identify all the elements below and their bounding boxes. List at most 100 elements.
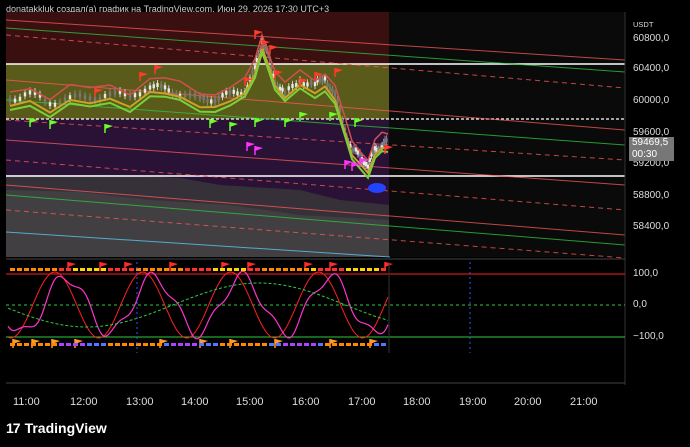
osc-strip-top [367, 268, 372, 271]
osc-strip-bottom [332, 343, 337, 346]
osc-strip-bottom [115, 343, 120, 346]
candle-body [28, 90, 32, 95]
price-tick-2: 60000,0 [633, 95, 670, 106]
osc-strip-bottom [206, 343, 211, 346]
osc-strip-top [94, 268, 99, 271]
osc-strip-top [213, 268, 218, 271]
candle-body [333, 92, 337, 97]
time-tick-1: 12:00 [70, 396, 98, 408]
future-area [389, 12, 625, 257]
osc-strip-top [38, 268, 43, 271]
osc-strip-top [227, 268, 232, 271]
candle-body [328, 86, 332, 91]
candle-body [287, 86, 290, 91]
osc-strip-top [381, 268, 386, 271]
osc-strip-bottom [213, 343, 218, 346]
osc-strip-bottom [108, 343, 113, 346]
price-chart[interactable] [0, 0, 690, 447]
osc-strip-bottom [374, 343, 379, 346]
osc-strip-top [234, 268, 239, 271]
osc-strip-top [304, 268, 309, 271]
osc-strip-bottom [269, 343, 274, 346]
candle-body [156, 82, 159, 87]
candle-body [13, 98, 17, 103]
candle-body [53, 102, 57, 107]
osc-strip-bottom [87, 343, 92, 346]
osc-strip-top [52, 268, 57, 271]
osc-strip-bottom [262, 343, 267, 346]
time-tick-7: 18:00 [403, 396, 431, 408]
osc-strip-bottom [143, 343, 148, 346]
osc-strip-top [241, 268, 246, 271]
osc-sell-flag-7 [330, 262, 338, 267]
current-price-value: 59469,5 [632, 137, 669, 148]
osc-strip-top [332, 268, 337, 271]
candle-body [385, 138, 388, 143]
osc-strip-top [80, 268, 85, 271]
osc-strip-bottom [59, 343, 64, 346]
osc-strip-bottom [171, 343, 176, 346]
candle-body [198, 95, 202, 100]
osc-strip-top [45, 268, 50, 271]
candle-body [83, 95, 87, 100]
candle-body [331, 88, 334, 93]
candle-body [213, 98, 217, 103]
osc-strip-top [171, 268, 176, 271]
osc-strip-top [17, 268, 22, 271]
osc-strip-top [318, 268, 323, 271]
time-tick-6: 17:00 [348, 396, 376, 408]
time-tick-5: 16:00 [292, 396, 320, 408]
osc-strip-top [66, 268, 71, 271]
candle-body [68, 95, 72, 100]
osc-sell-flag-0 [68, 262, 76, 267]
candle-body [93, 97, 97, 102]
time-tick-4: 15:00 [236, 396, 264, 408]
osc-strip-bottom [192, 343, 197, 346]
osc-strip-bottom [73, 343, 78, 346]
osc-strip-bottom [241, 343, 246, 346]
osc-strip-top [24, 268, 29, 271]
osc-strip-top [59, 268, 64, 271]
osc-strip-bottom [318, 343, 323, 346]
candle-body [78, 93, 82, 98]
osc-strip-top [87, 268, 92, 271]
osc-strip-bottom [129, 343, 134, 346]
osc-strip-bottom [164, 343, 169, 346]
price-tick-5: 58800,0 [633, 190, 670, 201]
osc-strip-bottom [339, 343, 344, 346]
osc-strip-bottom [199, 343, 204, 346]
osc-strip-top [297, 268, 302, 271]
osc-strip-top [178, 268, 183, 271]
osc-strip-bottom [283, 343, 288, 346]
osc-strip-bottom [276, 343, 281, 346]
osc-strip-top [353, 268, 358, 271]
resistance-zone [6, 12, 389, 64]
osc-strip-bottom [17, 343, 22, 346]
candle-body [8, 98, 12, 102]
candle-body [281, 87, 284, 92]
oscillator-series [7, 268, 389, 346]
osc-strip-top [339, 268, 344, 271]
chart-window: donatakkluk создал(а) график на TradingV… [0, 0, 690, 447]
osc-strip-bottom [311, 343, 316, 346]
osc-sell-flag-1 [100, 262, 108, 267]
osc-strip-bottom [38, 343, 43, 346]
osc-strip-bottom [52, 343, 57, 346]
osc-strip-top [262, 268, 267, 271]
tradingview-logo[interactable]: 17 TradingView [6, 420, 107, 436]
osc-strip-bottom [101, 343, 106, 346]
osc-strip-top [150, 268, 155, 271]
candle-body [366, 164, 370, 169]
candle-body [167, 88, 170, 93]
osc-strip-bottom [304, 343, 309, 346]
osc-strip-bottom [325, 343, 330, 346]
candle-body [183, 93, 187, 98]
osc-strip-bottom [80, 343, 85, 346]
osc-strip-top [311, 268, 316, 271]
candle-body [152, 84, 155, 89]
candle-body [291, 83, 294, 88]
candle-body [321, 78, 324, 83]
osc-strip-top [73, 268, 78, 271]
osc-strip-bottom [94, 343, 99, 346]
candle-body [188, 92, 192, 97]
